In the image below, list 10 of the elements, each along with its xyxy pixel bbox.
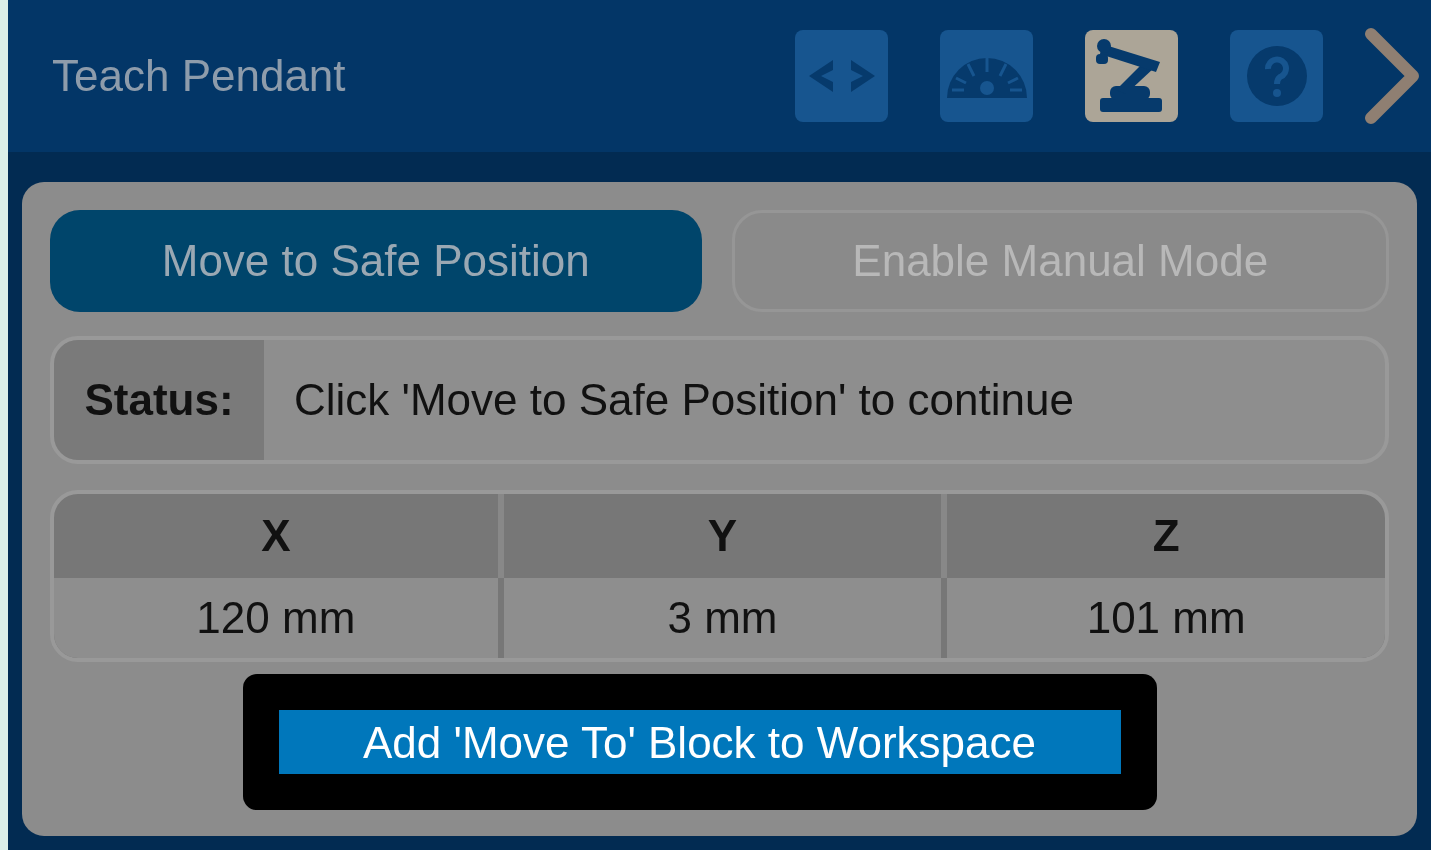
action-button[interactable]: Move to Safe Position <box>50 210 702 312</box>
add-block-button[interactable]: Add 'Move To' Block to Workspace <box>278 710 1121 774</box>
chevron-right-icon[interactable] <box>1363 28 1421 124</box>
status-message: Click 'Move to Safe Position' to continue <box>293 374 1075 426</box>
toolbar-button[interactable] <box>1085 30 1178 122</box>
column-header: X <box>260 510 292 562</box>
table-cell: 120 mm <box>54 578 498 658</box>
help-icon <box>1246 46 1307 106</box>
window-title: Teach Pendant <box>52 50 347 102</box>
status-label: Status: <box>54 340 264 460</box>
